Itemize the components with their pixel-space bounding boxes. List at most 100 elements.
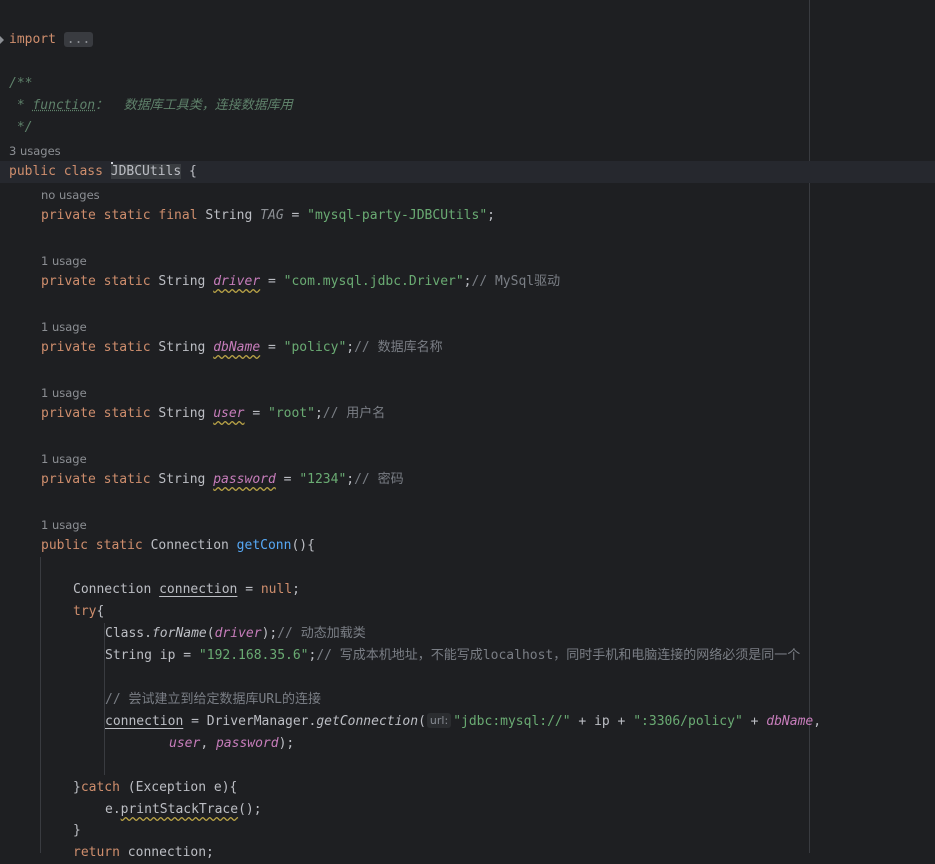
attempt-comment: // 尝试建立到给定数据库URL的连接 — [105, 692, 321, 707]
field-eq: = — [275, 472, 300, 487]
brace: } — [73, 780, 81, 795]
return-line[interactable]: return connection; — [73, 842, 214, 864]
field-modifiers: private static — [41, 406, 159, 421]
field-value: "com.mysql.jdbc.Driver" — [283, 274, 464, 289]
null-keyword: null — [260, 582, 293, 597]
field-driver[interactable]: private static String driver = "com.mysq… — [41, 271, 560, 293]
paren: ); — [261, 626, 278, 641]
field-comment: // 密码 — [354, 472, 404, 487]
class-ref: = DriverManager. — [183, 714, 317, 729]
field-modifiers: private static — [41, 340, 159, 355]
connection-declaration[interactable]: Connection connection = null; — [73, 579, 300, 601]
field-comment: // 用户名 — [322, 406, 386, 421]
type: Connection — [73, 582, 160, 597]
password-usages-hint[interactable]: 1 usage — [41, 450, 87, 468]
method-call[interactable]: getConnection — [316, 714, 418, 729]
method-declaration[interactable]: public static Connection getConn(){ — [41, 535, 315, 557]
argument[interactable]: driver — [215, 626, 262, 641]
paren: ); — [278, 736, 295, 751]
field-value: "1234" — [299, 472, 347, 487]
getconnection-args-line[interactable]: user, password); — [169, 733, 294, 755]
declaration: String ip = — [105, 648, 199, 663]
class-brace: { — [181, 164, 197, 179]
fold-arrow-icon[interactable] — [0, 36, 4, 44]
field-name[interactable]: user — [213, 406, 244, 421]
getconnection-line[interactable]: connection = DriverManager.getConnection… — [105, 711, 821, 733]
field-type: String — [205, 208, 261, 223]
class-name[interactable]: JDBCUtils — [110, 164, 182, 179]
field-name[interactable]: TAG — [260, 208, 283, 223]
field-eq: = — [260, 340, 284, 355]
field-value: "policy" — [283, 340, 347, 355]
comment: // 动态加载类 — [277, 626, 366, 641]
field-type: String — [158, 406, 214, 421]
semicolon: ; — [292, 582, 300, 597]
tag-usages-hint[interactable]: no usages — [41, 186, 100, 204]
field-name[interactable]: password — [213, 472, 276, 487]
forname-line[interactable]: Class.forName(driver);// 动态加载类 — [105, 623, 366, 645]
try-keyword: try — [73, 604, 97, 619]
method-name[interactable]: getConn — [237, 538, 292, 553]
class-ref: Class. — [105, 626, 152, 641]
field-value: "root" — [268, 406, 315, 421]
ip-line[interactable]: String ip = "192.168.35.6";// 写成本机地址，不能写… — [105, 645, 800, 667]
print-stack-line[interactable]: e.printStackTrace(); — [105, 799, 262, 821]
concat: + — [742, 714, 767, 729]
field-tag[interactable]: private static final String TAG = "mysql… — [41, 205, 495, 227]
catch-keyword: catch — [80, 780, 120, 795]
field-user[interactable]: private static String user = "root";// 用… — [41, 403, 385, 425]
operator: = — [237, 582, 261, 597]
comma: , — [200, 736, 216, 751]
field-ref[interactable]: dbName — [766, 714, 813, 729]
field-type: String — [158, 472, 214, 487]
field-type: String — [158, 340, 214, 355]
method-call[interactable]: printStackTrace — [121, 802, 238, 817]
field-type: String — [158, 274, 214, 289]
driver-usages-hint[interactable]: 1 usage — [41, 252, 87, 270]
field-dbname[interactable]: private static String dbName = "policy";… — [41, 337, 443, 359]
try-line[interactable]: try{ — [73, 601, 104, 623]
paren: ( — [206, 626, 215, 641]
field-name[interactable]: driver — [213, 274, 260, 289]
method-call[interactable]: forName — [152, 626, 207, 641]
getconn-usages-hint[interactable]: 1 usage — [41, 516, 87, 534]
field-modifiers: private static — [41, 472, 159, 487]
catch-params: (Exception e){ — [119, 780, 238, 795]
field-name[interactable]: dbName — [213, 340, 260, 355]
brace: { — [96, 604, 105, 619]
parameter-hint: url: — [426, 713, 452, 728]
field-modifiers: private static — [41, 274, 159, 289]
class-usages-hint[interactable]: 3 usages — [9, 142, 61, 160]
code-editor[interactable]: import ... /** * function： 数据库工具类，连接数据库用… — [0, 0, 935, 860]
paren: ( — [418, 714, 426, 729]
catch-line[interactable]: }catch (Exception e){ — [73, 777, 237, 799]
field-ref[interactable]: password — [216, 736, 279, 751]
ip-string: "192.168.35.6" — [198, 648, 309, 663]
field-modifiers: private static final — [41, 208, 206, 223]
field-ref[interactable]: user — [169, 736, 200, 751]
field-eq: = — [260, 274, 284, 289]
variable-ref: e. — [105, 802, 121, 817]
field-comment: // MySql驱动 — [471, 274, 561, 289]
class-declaration[interactable]: public class JDBCUtils { — [9, 161, 197, 183]
doc-text: ： 数据库工具类，连接数据库用 — [95, 98, 293, 113]
concat: + ip + — [570, 714, 634, 729]
doc-comment-close: */ — [9, 120, 33, 135]
local-variable[interactable]: connection — [105, 714, 183, 729]
field-end: ; — [463, 274, 472, 289]
field-comment: // 数据库名称 — [354, 340, 443, 355]
field-value: "mysql-party-JDBCUtils" — [307, 208, 488, 223]
field-password[interactable]: private static String password = "1234";… — [41, 469, 404, 491]
comment: // 写成本机地址，不能写成localhost，同时手机和电脑连接的网络必须是同… — [316, 648, 801, 663]
dbname-usages-hint[interactable]: 1 usage — [41, 318, 87, 336]
class-modifiers: public class — [9, 164, 111, 179]
field-end: ; — [346, 340, 355, 355]
import-line[interactable]: import ... — [9, 29, 94, 51]
local-variable[interactable]: connection — [159, 582, 237, 597]
indent-guide — [40, 557, 41, 853]
field-eq: = — [283, 208, 308, 223]
field-end: ; — [314, 406, 323, 421]
paren: (); — [238, 802, 262, 817]
folded-imports[interactable]: ... — [63, 32, 94, 47]
user-usages-hint[interactable]: 1 usage — [41, 384, 87, 402]
